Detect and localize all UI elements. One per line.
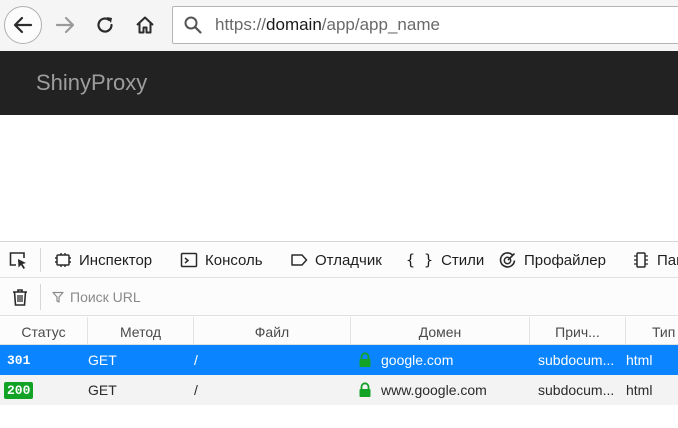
url-path: /app/app_name — [321, 15, 440, 34]
tab-debugger[interactable]: Отладчик — [290, 242, 382, 277]
braces-icon: { } — [406, 251, 434, 269]
type-cell: html — [626, 382, 653, 398]
status-badge: 200 — [4, 382, 34, 399]
status-badge: 301 — [7, 353, 31, 368]
element-picker-icon — [9, 252, 26, 269]
tab-styles[interactable]: { } Стили — [406, 242, 485, 277]
domain-cell: google.com — [381, 352, 454, 368]
page-body — [0, 115, 678, 241]
url-text: https://domain/app/app_name — [215, 15, 440, 35]
url-prefix: https:// — [215, 15, 267, 34]
devtools-tabbar: Инспектор Консоль Отладчик { } Стили Про… — [0, 241, 678, 278]
type-cell: html — [626, 352, 653, 368]
tab-inspector[interactable]: Инспектор — [54, 242, 153, 277]
clear-requests-button[interactable] — [10, 286, 30, 308]
url-domain: domain — [266, 15, 322, 34]
toolbar-separator — [40, 284, 41, 310]
forward-button[interactable] — [50, 10, 80, 40]
cause-cell: subdocum... — [538, 382, 615, 398]
network-toolbar — [0, 278, 678, 316]
column-domain[interactable]: Домен — [351, 317, 530, 345]
url-filter[interactable] — [52, 286, 352, 308]
column-cause[interactable]: Прич... — [530, 317, 626, 345]
column-method[interactable]: Метод — [88, 317, 194, 345]
tab-inspector-label: Инспектор — [79, 251, 153, 269]
element-picker-button[interactable] — [8, 242, 35, 277]
table-row[interactable]: 301 GET / google.com subdocum... html — [0, 345, 678, 375]
home-icon — [136, 16, 154, 34]
console-icon — [180, 252, 198, 268]
file-cell: / — [194, 352, 198, 368]
reload-button[interactable] — [90, 10, 120, 40]
tab-profiler[interactable]: Профайлер — [498, 242, 606, 277]
file-cell: / — [194, 382, 198, 398]
shinyproxy-navbar: ShinyProxy — [0, 51, 678, 115]
tab-styles-label: Стили — [441, 251, 485, 269]
reload-icon — [97, 17, 113, 33]
tab-memory-label: Пам — [657, 251, 678, 269]
filter-url-input[interactable] — [70, 289, 330, 305]
url-bar[interactable]: https://domain/app/app_name — [172, 6, 678, 44]
memory-icon — [634, 252, 648, 268]
column-status[interactable]: Статус — [0, 317, 88, 345]
lock-icon — [359, 352, 371, 367]
brand-link[interactable]: ShinyProxy — [36, 70, 147, 96]
toolbar-separator — [40, 248, 41, 272]
method-cell: GET — [88, 382, 117, 398]
browser-toolbar: https://domain/app/app_name — [0, 0, 678, 51]
tab-profiler-label: Профайлер — [524, 251, 606, 269]
tab-debugger-label: Отладчик — [315, 251, 382, 269]
search-icon — [183, 14, 205, 36]
back-button[interactable] — [4, 6, 42, 44]
method-cell: GET — [88, 352, 117, 368]
tab-memory[interactable]: Пам — [632, 242, 678, 277]
trash-icon — [13, 289, 27, 306]
cause-cell: subdocum... — [538, 352, 615, 368]
column-file[interactable]: Файл — [194, 317, 351, 345]
forward-arrow-icon — [55, 16, 75, 34]
debugger-icon — [291, 254, 308, 266]
back-arrow-icon — [13, 16, 33, 34]
domain-cell: www.google.com — [381, 382, 487, 398]
profiler-icon — [499, 251, 516, 268]
home-button[interactable] — [130, 10, 160, 40]
filter-icon — [52, 291, 64, 303]
table-row[interactable]: 200 GET / www.google.com subdocum... htm… — [0, 375, 678, 405]
inspector-icon — [55, 253, 71, 267]
tab-console[interactable]: Консоль — [180, 242, 263, 277]
tab-console-label: Консоль — [205, 251, 263, 269]
requests-table-header: Статус Метод Файл Домен Прич... Тип — [0, 317, 678, 345]
column-type[interactable]: Тип — [626, 317, 678, 345]
lock-icon — [359, 382, 371, 397]
